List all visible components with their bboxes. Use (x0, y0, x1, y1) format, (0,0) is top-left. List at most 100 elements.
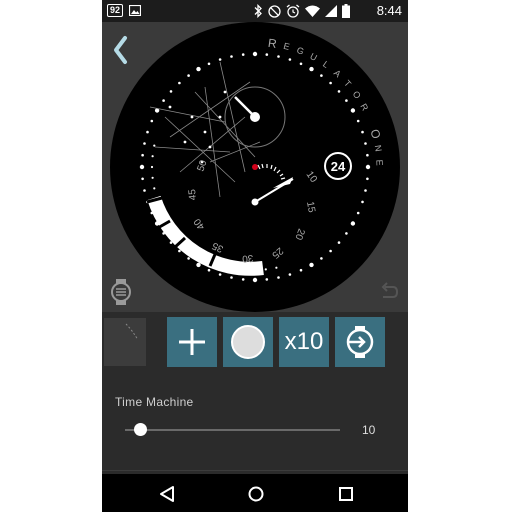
minute-dot (299, 62, 303, 66)
watch-enter-icon (346, 326, 374, 358)
minute-dot (218, 58, 222, 61)
inner-dot (264, 268, 267, 271)
minute-dot (265, 278, 269, 281)
minute-dot (207, 62, 211, 66)
undo-icon[interactable] (378, 282, 400, 302)
minute-dot (141, 177, 144, 181)
minute-dot (320, 74, 323, 77)
minute-dot (178, 249, 181, 253)
minute-dot (356, 211, 360, 215)
minute-dot (146, 130, 149, 134)
minute-dot (309, 66, 314, 72)
minute-dot (299, 268, 303, 272)
minute-dot (337, 241, 341, 244)
nav-recent-icon[interactable] (335, 483, 357, 505)
minute-dot (329, 81, 332, 85)
slider-thumb[interactable] (133, 423, 147, 436)
wifi-icon (305, 5, 320, 17)
minute-dot (218, 273, 222, 276)
minute-dot (169, 90, 173, 93)
bluetooth-icon (254, 4, 262, 18)
time-machine-label: Time Machine (115, 395, 194, 409)
minute-dot (337, 90, 341, 93)
minute-dot (356, 119, 360, 123)
status-time: 8:44 (376, 3, 402, 18)
minute-dot (350, 108, 356, 113)
inner-dot (153, 144, 156, 147)
inner-dot (151, 176, 154, 179)
minute-dot (241, 53, 245, 56)
add-button[interactable] (167, 317, 217, 367)
multiplier-button[interactable]: x10 (279, 317, 329, 367)
alarm-icon (286, 4, 300, 18)
watch-enter-button[interactable] (335, 317, 385, 367)
minute-dot (252, 277, 258, 283)
time-machine-slider[interactable] (125, 429, 340, 431)
minute-dot (150, 119, 154, 123)
time-machine-panel: Time Machine 10 (102, 374, 408, 474)
minute-dot (207, 268, 211, 272)
minute-dot (143, 142, 146, 145)
divider (102, 470, 408, 471)
minute-dot (366, 153, 369, 157)
minute-dot (329, 249, 332, 253)
plus-icon (179, 329, 205, 355)
minute-dot (143, 189, 146, 192)
brand-letter: E (374, 159, 384, 165)
circle-button[interactable] (223, 317, 273, 367)
minute-dot (277, 55, 280, 58)
battery-icon (342, 4, 350, 18)
time-machine-value: 10 (362, 423, 376, 437)
nav-back-icon[interactable] (156, 483, 178, 505)
nav-home-icon[interactable] (245, 483, 267, 505)
minute-dot (139, 164, 145, 170)
watch-list-icon[interactable] (108, 278, 134, 306)
minute-dot (309, 262, 314, 268)
minute-dot (345, 232, 348, 235)
inner-dot (150, 165, 154, 169)
minute-dot (364, 189, 367, 192)
minute-dot (230, 276, 233, 279)
minute-dot (361, 130, 364, 134)
phone-screen: 92 8:44 24 10 15 20 25 30 35 40 45 50 R … (102, 0, 408, 512)
cellular-icon (325, 5, 337, 17)
minute-dot (320, 257, 323, 260)
minute-dot (230, 55, 233, 58)
back-chevron-icon[interactable] (108, 32, 134, 68)
minute-dot (178, 81, 181, 85)
minute-dot (366, 177, 369, 181)
minute-dot (361, 200, 364, 204)
inner-dot (151, 155, 154, 158)
status-icons (253, 3, 350, 19)
center-pivot (252, 164, 258, 170)
watch-preview: 24 10 15 20 25 30 35 40 45 50 REGULATOR … (102, 22, 408, 312)
notification-count-badge: 92 (107, 4, 123, 17)
thumbnail-stroke-icon (125, 323, 139, 341)
minute-dot (196, 66, 201, 72)
svg-text:45: 45 (187, 188, 199, 200)
minute-dot (365, 164, 371, 170)
preview-thumbnail[interactable] (104, 318, 146, 366)
minute-dot (288, 58, 292, 61)
date-window: 24 (324, 152, 352, 180)
watch-face[interactable]: 24 10 15 20 25 30 35 40 45 50 R E GULATOR … (110, 22, 400, 312)
minute-dot (187, 257, 190, 260)
minute-dot (364, 142, 367, 145)
svg-text:30: 30 (241, 252, 253, 264)
status-bar: 92 8:44 (102, 0, 408, 22)
navigation-bar (102, 474, 408, 512)
minute-dot (265, 53, 269, 56)
minute-dot (252, 51, 258, 57)
inner-dot (275, 266, 278, 269)
minute-dot (162, 99, 165, 102)
date-value: 24 (331, 159, 346, 174)
circle-icon (231, 325, 265, 359)
minute-dot (345, 99, 348, 102)
do-not-disturb-icon (268, 4, 281, 18)
minute-dot (187, 74, 190, 77)
image-icon (129, 5, 141, 16)
minute-dot (141, 153, 144, 157)
minute-dot (350, 221, 356, 226)
minute-dot (288, 273, 292, 276)
minute-dot (241, 278, 245, 281)
